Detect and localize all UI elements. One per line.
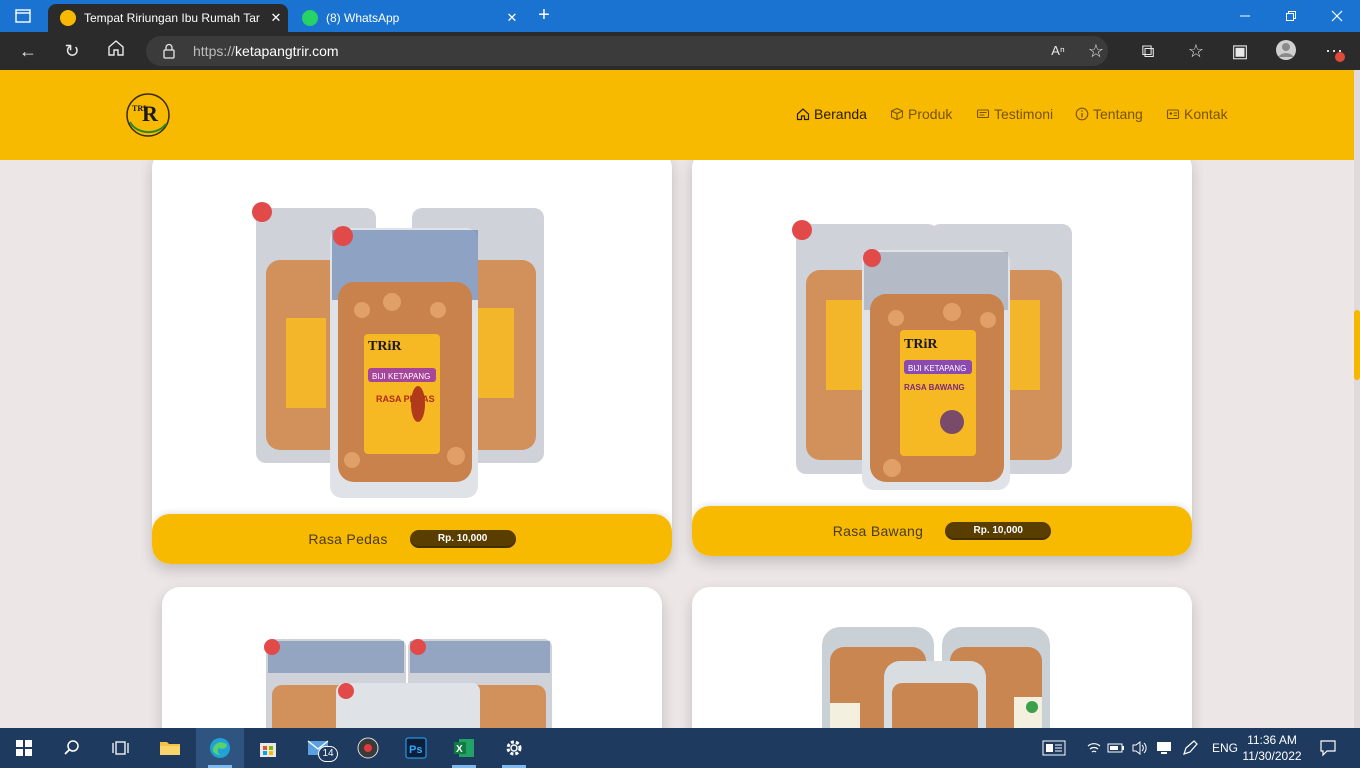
close-window-button[interactable] [1314,0,1360,32]
svg-text:Ps: Ps [409,744,422,756]
settings-gear-icon[interactable] [502,736,526,760]
svg-text:RASA BAWANG: RASA BAWANG [904,383,965,392]
svg-text:BIJI KETAPANG: BIJI KETAPANG [372,372,430,381]
read-aloud-icon[interactable]: Aⁿ [1046,39,1070,63]
clock-time: 11:36 AM [1247,733,1297,747]
search-icon[interactable] [60,736,84,760]
photoshop-icon[interactable]: Ps [404,736,428,760]
product-name: Rasa Bawang [832,523,924,539]
tab-close-icon[interactable]: ✕ [500,10,524,26]
profile-avatar[interactable] [1274,39,1298,63]
excel-icon[interactable]: X [452,736,476,760]
notifications-icon[interactable] [1316,736,1340,760]
nav-label: Tentang [1093,106,1143,122]
svg-text:BIJI KETAPANG: BIJI KETAPANG [908,364,966,373]
pen-icon[interactable] [1178,736,1202,760]
product-image-jar [822,627,1050,728]
add-favorite-icon[interactable]: ☆ [1084,39,1108,63]
clock[interactable]: 11:36 AM 11/30/2022 [1240,732,1304,764]
task-view-icon[interactable] [108,736,132,760]
nav-label: Kontak [1184,106,1228,122]
product-price: Rp. 10,000 [945,522,1052,540]
url-text: https://ketapangtrir.com [193,43,339,59]
news-widget-icon[interactable] [1042,736,1066,760]
site-logo[interactable]: TRI R [124,92,172,138]
restore-button[interactable] [1268,0,1314,32]
svg-text:TRiR: TRiR [904,337,938,352]
product-image-bawang: BIJI KETAPANG RASA BAWANG TRiR [792,220,1072,490]
product-card[interactable] [162,587,662,728]
minimize-button[interactable] [1222,0,1268,32]
nav-label: Beranda [814,106,867,122]
windows-start-icon[interactable] [12,736,36,760]
site-header: TRI R Beranda Produk Testimoni Tentang K… [0,70,1354,160]
box-icon [890,107,904,121]
restore-icon [1286,11,1296,21]
product-footer: Rasa Pedas Rp. 10,000 [152,514,672,564]
home-icon[interactable] [104,39,128,63]
windows-taskbar: 14 Ps X ENG 11:36 AM 11/30/2022 [0,728,1360,768]
media-player-icon[interactable] [356,736,380,760]
file-explorer-icon[interactable] [158,736,182,760]
tab-actions-icon [15,9,31,23]
browser-toolbar: ← ↻ https://ketapangtrir.com Aⁿ ☆ ⧉ ☆ ▣ … [0,32,1360,70]
product-card[interactable]: BIJI KETAPANG RASA BAWANG TRiR Rasa Bawa… [692,150,1192,556]
svg-text:TRiR: TRiR [368,339,402,354]
volume-icon[interactable] [1128,736,1152,760]
tab-ketapang[interactable]: Tempat Ririungan Ibu Rumah Tar ✕ [48,4,288,32]
notification-dot [1335,52,1345,62]
nav-label: Produk [908,106,953,122]
clock-date: 11/30/2022 [1242,749,1302,763]
tab-close-icon[interactable]: ✕ [264,10,288,26]
store-icon[interactable] [256,736,280,760]
address-bar[interactable]: https://ketapangtrir.com Aⁿ ☆ [146,36,1108,66]
battery-icon[interactable] [1104,736,1128,760]
nav-produk[interactable]: Produk [890,106,952,122]
site-favicon-icon [60,10,76,26]
home-icon [796,108,810,121]
tab-title: Tempat Ririungan Ibu Rumah Tar [84,11,260,25]
product-name: Rasa Pedas [308,531,388,547]
close-icon [1331,10,1343,22]
refresh-icon[interactable]: ↻ [60,39,84,63]
chat-icon [976,109,990,119]
minimize-icon [1240,15,1250,17]
lock-icon[interactable] [162,43,176,59]
svg-text:R: R [142,101,159,126]
product-card[interactable]: BIJI KETAPANG RASA PEDAS TRiR Rasa Pedas… [152,150,672,564]
back-icon[interactable]: ← [16,39,40,63]
tab-whatsapp[interactable]: (8) WhatsApp ✕ [290,4,524,32]
nav-testimoni[interactable]: Testimoni [976,106,1053,122]
mail-badge: 14 [318,746,338,762]
language-indicator[interactable]: ENG [1212,728,1238,768]
product-footer: Rasa Bawang Rp. 10,000 [692,506,1192,556]
contact-card-icon [1166,109,1180,120]
favorites-icon[interactable]: ☆ [1184,39,1208,63]
product-price: Rp. 10,000 [409,530,516,548]
scrollbar-thumb[interactable] [1354,310,1360,380]
browser-titlebar: Tempat Ririungan Ibu Rumah Tar ✕ (8) Wha… [0,0,1360,32]
page-scrollbar[interactable] [1354,70,1360,728]
info-icon [1075,107,1089,121]
extensions-icon[interactable]: ⧉ [1136,39,1160,63]
tab-actions-button[interactable] [0,0,46,32]
nav-kontak[interactable]: Kontak [1166,106,1228,122]
nav-label: Testimoni [994,106,1054,122]
svg-text:X: X [456,744,463,755]
new-tab-button[interactable]: + [532,4,556,28]
nav-beranda[interactable]: Beranda [796,106,867,122]
nav-tentang[interactable]: Tentang [1075,106,1143,122]
product-image [264,639,552,728]
display-icon[interactable] [1152,736,1176,760]
web-page: TRI R Beranda Produk Testimoni Tentang K… [0,70,1354,728]
tab-title: (8) WhatsApp [326,11,400,25]
collections-icon[interactable]: ▣ [1228,39,1252,63]
svg-text:RASA PEDAS: RASA PEDAS [376,394,435,404]
product-image-pedas: BIJI KETAPANG RASA PEDAS TRiR [252,202,544,498]
product-card[interactable] [692,587,1192,728]
network-icon[interactable] [1082,736,1106,760]
whatsapp-icon [302,10,318,26]
edge-browser-icon[interactable] [208,736,232,760]
